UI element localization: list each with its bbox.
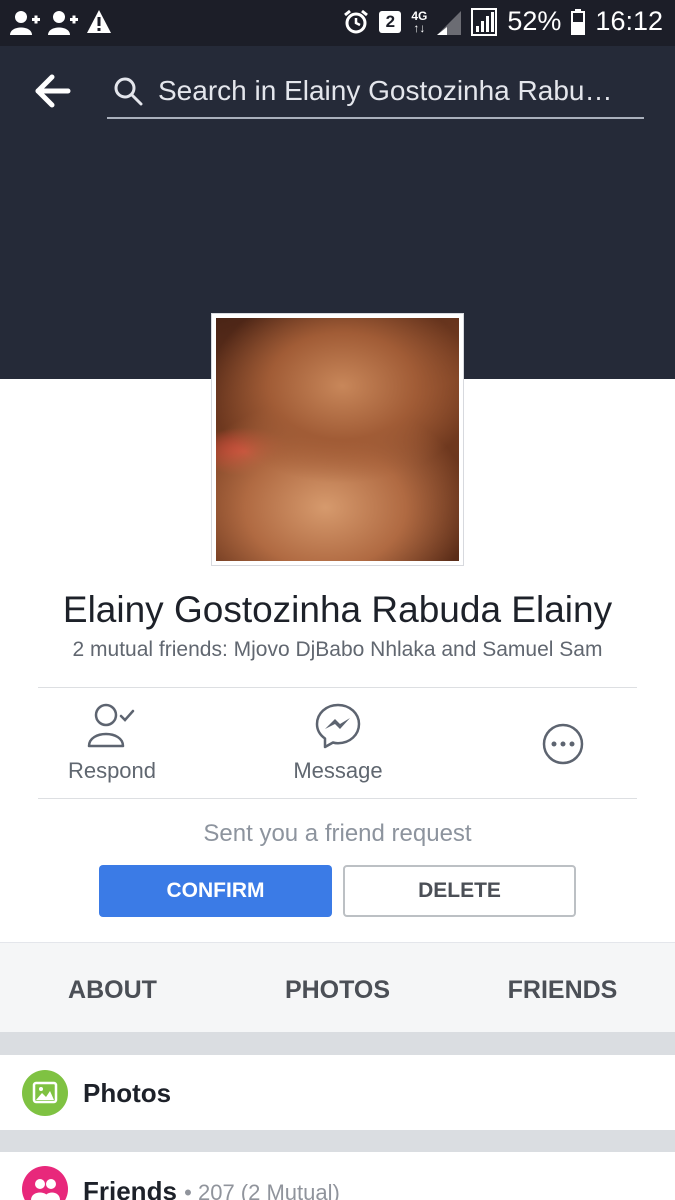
section-separator xyxy=(0,1130,675,1152)
friend-request-text: Sent you a friend request xyxy=(203,820,472,847)
friends-section[interactable]: Friends • 207 (2 Mutual) xyxy=(0,1152,675,1200)
photos-section[interactable]: Photos xyxy=(0,1055,675,1130)
section-separator xyxy=(0,1032,675,1055)
messenger-icon xyxy=(315,703,361,749)
signal-icon xyxy=(437,10,462,35)
friends-dot: • xyxy=(184,1180,198,1200)
people-icon xyxy=(31,1179,60,1200)
more-options-button[interactable] xyxy=(488,700,638,790)
message-label: Message xyxy=(293,758,383,783)
photos-section-title: Photos xyxy=(83,1078,172,1108)
status-bar: 2 4G ↑↓ 52% 16:12 xyxy=(0,0,675,46)
arrow-left-icon xyxy=(35,74,71,108)
notification-icons xyxy=(10,9,112,35)
network-type: 4G xyxy=(411,8,428,23)
divider xyxy=(38,687,637,688)
search-placeholder: Search in Elainy Gostozinha Rabu… xyxy=(158,75,613,106)
friends-count: 207 (2 Mutual) xyxy=(197,1180,340,1200)
search-input[interactable]: Search in Elainy Gostozinha Rabu… xyxy=(107,66,644,119)
back-button[interactable] xyxy=(34,73,74,109)
system-status: 2 4G ↑↓ 52% 16:12 xyxy=(343,6,663,37)
divider xyxy=(38,798,637,799)
profile-photo xyxy=(216,318,459,561)
clock: 16:12 xyxy=(595,6,663,36)
friends-title: Friends xyxy=(83,1176,177,1200)
delete-button[interactable]: DELETE xyxy=(343,865,576,917)
mutual-friends-text[interactable]: 2 mutual friends: Mjovo DjBabo Nhlaka an… xyxy=(0,638,675,662)
search-icon xyxy=(114,77,143,106)
network-4g-icon: 4G ↑↓ xyxy=(411,8,428,35)
battery-icon xyxy=(571,8,586,35)
sim-2-icon: 2 xyxy=(379,10,402,33)
image-icon xyxy=(32,1081,58,1104)
profile-name: Elainy Gostozinha Rabuda Elainy xyxy=(62,589,613,630)
respond-icon xyxy=(87,703,135,748)
tab-friends[interactable]: FRIENDS xyxy=(450,943,675,1033)
person-add-icon xyxy=(48,11,78,35)
respond-label: Respond xyxy=(67,758,157,783)
profile-picture[interactable] xyxy=(211,313,464,566)
person-add-icon xyxy=(10,11,40,35)
tab-about[interactable]: ABOUT xyxy=(0,943,225,1033)
tab-photos[interactable]: PHOTOS xyxy=(225,943,450,1033)
message-button[interactable]: Message xyxy=(263,700,413,790)
signal-icon xyxy=(471,7,498,36)
alarm-icon xyxy=(344,9,369,33)
warning-icon xyxy=(87,10,111,33)
battery-percent: 52% xyxy=(507,6,562,36)
friends-icon xyxy=(22,1166,68,1200)
confirm-button[interactable]: CONFIRM xyxy=(99,865,332,917)
more-icon xyxy=(542,723,584,765)
profile-tabs: ABOUT PHOTOS FRIENDS xyxy=(0,942,675,1032)
photos-icon xyxy=(22,1070,68,1116)
friends-section-title: Friends • 207 (2 Mutual) xyxy=(83,1176,340,1200)
respond-button[interactable]: Respond xyxy=(37,700,187,790)
